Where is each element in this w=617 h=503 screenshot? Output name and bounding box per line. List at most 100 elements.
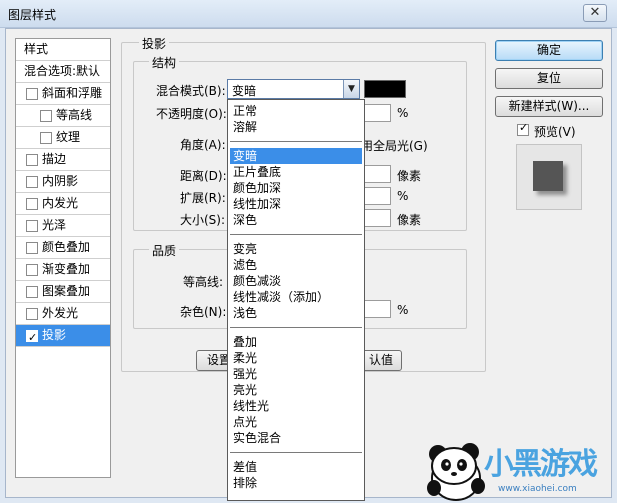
blend-mode-option[interactable]: 线性减淡（添加） <box>230 289 362 305</box>
style-checkbox[interactable] <box>40 132 52 144</box>
style-list-item[interactable]: 光泽 <box>16 215 110 237</box>
dropdown-separator <box>230 452 362 453</box>
style-checkbox[interactable] <box>26 308 38 320</box>
angle-label: 角度(A): <box>180 138 226 152</box>
shadow-color-swatch[interactable] <box>364 80 406 98</box>
close-button[interactable]: ✕ <box>583 4 607 22</box>
style-checkbox[interactable] <box>26 286 38 298</box>
noise-unit: % <box>397 303 409 317</box>
blend-mode-option[interactable]: 叠加 <box>230 334 362 350</box>
blend-mode-option[interactable]: 溶解 <box>230 119 362 135</box>
style-list-item[interactable]: 纹理 <box>16 127 110 149</box>
style-list-item[interactable]: 外发光 <box>16 303 110 325</box>
style-checkbox[interactable] <box>26 154 38 166</box>
blend-mode-option[interactable]: 差值 <box>230 459 362 475</box>
style-list-item[interactable]: 颜色叠加 <box>16 237 110 259</box>
spread-field[interactable] <box>363 187 391 205</box>
style-preview <box>516 144 582 210</box>
preview-checkbox[interactable] <box>517 124 529 136</box>
style-list-item[interactable]: 图案叠加 <box>16 281 110 303</box>
preview-thumbnail <box>533 161 563 191</box>
style-list-label: 内阴影 <box>42 174 79 188</box>
dropdown-separator <box>230 327 362 328</box>
style-list-item[interactable]: 描边 <box>16 149 110 171</box>
blend-mode-option[interactable]: 变亮 <box>230 241 362 257</box>
style-checkbox[interactable] <box>26 88 38 100</box>
ok-button[interactable]: 确定 <box>495 40 603 61</box>
style-list-item[interactable]: 内阴影 <box>16 171 110 193</box>
style-list-item[interactable]: 投影 <box>16 325 110 347</box>
chevron-down-icon[interactable]: ▼ <box>343 80 359 98</box>
style-list-label: 等高线 <box>56 108 93 122</box>
blend-mode-value: 变暗 <box>232 84 257 98</box>
style-list-label: 样式 <box>24 42 49 56</box>
reset-label: 复位 <box>536 71 561 85</box>
blend-mode-option[interactable]: 点光 <box>230 414 362 430</box>
noise-field[interactable] <box>363 300 391 318</box>
style-list-item[interactable]: 混合选项:默认 <box>16 61 110 83</box>
quality-title: 品质 <box>149 242 180 259</box>
style-checkbox[interactable] <box>26 198 38 210</box>
style-list-item[interactable]: 斜面和浮雕 <box>16 83 110 105</box>
opacity-label: 不透明度(O): <box>156 107 227 121</box>
style-checkbox[interactable] <box>26 242 38 254</box>
blend-mode-option[interactable]: 颜色加深 <box>230 180 362 196</box>
style-checkbox[interactable] <box>40 110 52 122</box>
style-list-label: 光泽 <box>42 218 67 232</box>
blend-mode-option[interactable]: 实色混合 <box>230 430 362 446</box>
style-checkbox[interactable] <box>26 330 38 342</box>
style-list-label: 投影 <box>42 328 67 342</box>
drop-shadow-title: 投影 <box>139 35 170 52</box>
blend-mode-option[interactable]: 滤色 <box>230 257 362 273</box>
style-checkbox[interactable] <box>26 220 38 232</box>
preview-label[interactable]: 预览(V) <box>534 123 576 140</box>
size-label: 大小(S): <box>180 213 226 227</box>
blend-mode-option[interactable]: 正常 <box>230 103 362 119</box>
style-list-label: 纹理 <box>56 130 81 144</box>
ok-label: 确定 <box>536 43 561 57</box>
style-list-item[interactable]: 等高线 <box>16 105 110 127</box>
reset-default-label: 认值 <box>368 353 393 367</box>
blend-mode-dropdown[interactable]: 正常 溶解变暗 正片叠底 颜色加深 线性加深 深色变亮 滤色 颜色减淡 线性减淡（添加） 浅色叠加… <box>227 99 365 501</box>
panda-logo <box>427 443 485 501</box>
opacity-unit: % <box>397 106 409 120</box>
opacity-field[interactable] <box>363 104 391 122</box>
distance-field[interactable] <box>363 165 391 183</box>
noise-label: 杂色(N): <box>180 305 227 319</box>
dropdown-separator <box>230 141 362 142</box>
style-list-label: 混合选项:默认 <box>24 64 101 78</box>
style-checkbox[interactable] <box>26 264 38 276</box>
new-style-button[interactable]: 新建样式(W)... <box>495 96 603 117</box>
spread-unit: % <box>397 189 409 203</box>
style-list-label: 渐变叠加 <box>42 262 91 276</box>
watermark: 小黑游戏 www.xiaohei.com <box>420 428 617 503</box>
blend-mode-option[interactable]: 深色 <box>230 212 362 228</box>
reset-button[interactable]: 复位 <box>495 68 603 89</box>
blend-mode-label: 混合模式(B): <box>156 84 226 98</box>
blend-mode-option[interactable]: 强光 <box>230 366 362 382</box>
style-list-label: 颜色叠加 <box>42 240 91 254</box>
style-list-label: 描边 <box>42 152 67 166</box>
watermark-text: 小黑游戏 <box>484 447 598 482</box>
spread-label: 扩展(R): <box>180 191 226 205</box>
blend-mode-option[interactable]: 线性光 <box>230 398 362 414</box>
style-checkbox[interactable] <box>26 176 38 188</box>
style-list-item[interactable]: 样式 <box>16 39 110 61</box>
style-list-label: 斜面和浮雕 <box>42 86 103 100</box>
blend-mode-option[interactable]: 颜色减淡 <box>230 273 362 289</box>
blend-mode-select[interactable]: 变暗 ▼ <box>227 79 360 99</box>
blend-mode-option[interactable]: 排除 <box>230 475 362 491</box>
style-list: 样式混合选项:默认斜面和浮雕等高线纹理描边内阴影内发光光泽颜色叠加渐变叠加图案叠… <box>15 38 111 478</box>
blend-mode-option[interactable]: 正片叠底 <box>230 164 362 180</box>
blend-mode-option[interactable]: 柔光 <box>230 350 362 366</box>
blend-mode-option[interactable]: 变暗 <box>230 148 362 164</box>
blend-mode-option[interactable]: 浅色 <box>230 305 362 321</box>
style-list-label: 图案叠加 <box>42 284 91 298</box>
style-list-item[interactable]: 渐变叠加 <box>16 259 110 281</box>
blend-mode-option[interactable]: 亮光 <box>230 382 362 398</box>
size-field[interactable] <box>363 209 391 227</box>
blend-mode-option[interactable]: 线性加深 <box>230 196 362 212</box>
global-light-label[interactable]: 用全局光(G) <box>361 137 428 154</box>
style-list-item[interactable]: 内发光 <box>16 193 110 215</box>
structure-title: 结构 <box>149 54 180 71</box>
